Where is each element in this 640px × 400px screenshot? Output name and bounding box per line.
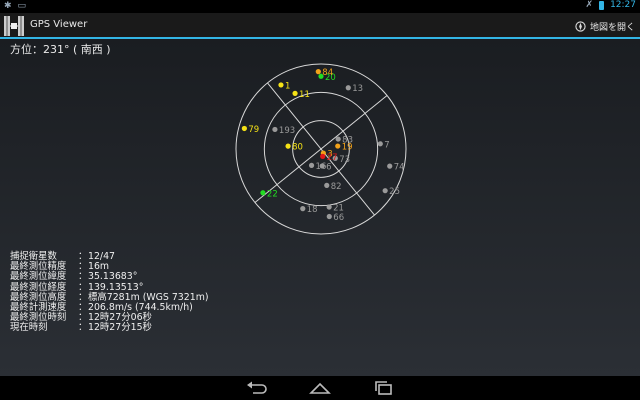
satellite-prn-label: 7 [384,140,389,150]
back-icon[interactable] [245,380,269,396]
satellite-dot [345,85,351,91]
satellite-dot [335,143,341,149]
app-title: GPS Viewer [30,19,88,30]
android-debug-icon: ✱ [4,1,12,11]
compass-icon [575,20,586,32]
satellite-markers: 2084111131937980831973774327166822225182… [241,68,405,223]
satellite-prn-label: 73 [339,155,350,165]
satellite-dot [326,204,332,210]
clock: 12:27 [610,0,636,10]
satellite-dot [308,162,315,168]
satellite-dot [272,126,278,133]
home-icon[interactable] [308,380,332,396]
satellite-marker: 7 [377,140,390,150]
gps-info-panel: 捕捉衛星数： 12/47 最終測位精度： 16m 最終測位緯度： 35.13683° 最終… [10,251,209,334]
satellite-dot [324,182,330,188]
satellite-dot [315,69,321,75]
satellite-prn-label: 18 [307,205,318,215]
info-label: 現在時刻 [10,322,48,334]
satellite-marker: 21 [326,203,344,213]
satellite-dot [382,188,388,194]
open-map-button[interactable]: 地図を開く [575,17,635,35]
satellite-marker: 18 [300,205,318,215]
satellite-dot [285,143,291,149]
satellite-marker: 82 [324,182,342,192]
satellite-marker: 80 [285,143,303,153]
satellite-prn-label: 21 [333,203,344,213]
satellite-dot [387,163,393,169]
info-separator: ： [78,322,88,334]
satellite-dot [320,153,326,159]
sky-plot-rings [235,63,407,235]
satellite-marker: 1 [278,81,290,91]
open-map-label: 地図を開く [589,22,635,33]
satellite-prn-label: 74 [394,163,405,173]
satellite-prn-label: 80 [292,143,303,153]
main-content: 方位：231° ( 南西 ) 20 84 1 11 13 193 79 80 83 19 73 7 74… [0,39,640,376]
satellite-prn-label: 84 [322,68,333,78]
sky-plot: 2084111131937980831973774327166822225182… [235,63,407,235]
satellite-dot [292,90,298,96]
info-row: 現在時刻 ： 12時27分15秒 [10,323,209,333]
recent-apps-icon[interactable] [372,380,396,396]
action-bar: GPS Viewer 地図を開く [0,13,640,39]
satellite-prn-label: 25 [389,187,400,197]
satellite-prn-label: 66 [333,213,344,223]
satellite-app-icon[interactable] [4,16,24,36]
image-notification-icon: ▭ [17,1,27,11]
satellite-marker: 13 [345,84,363,94]
satellite-dot [335,136,341,142]
satellite-marker: 19 [335,143,353,153]
battery-icon [599,0,605,10]
bluetooth-off-icon: ✗ [585,0,594,10]
satellite-prn-label: 27 [327,153,338,163]
satellite-dot [319,163,325,169]
satellite-dot [377,141,383,147]
satellite-dot [300,206,306,212]
direction-line-1 [254,95,388,203]
satellite-dot [260,190,266,196]
satellite-prn-label: 11 [299,90,310,100]
satellite-prn-label: 6 [326,162,331,172]
status-bar: ✱ ▭ ✗ 12:27 [0,0,640,13]
satellite-marker: 193 [272,126,295,136]
satellite-prn-label: 22 [267,189,278,199]
satellite-prn-label: 193 [279,126,295,136]
satellite-prn-label: 13 [352,84,363,94]
satellite-marker: 74 [387,163,405,173]
satellite-dot [326,213,332,220]
info-value: 12時27分15秒 [88,322,152,334]
satellite-marker: 79 [241,125,259,135]
satellite-marker: 84 [315,68,333,78]
satellite-prn-label: 1 [285,81,290,91]
satellite-dot [241,125,247,132]
satellite-dot [278,82,284,88]
navigation-bar [0,376,640,400]
satellite-marker: 66 [326,213,344,223]
satellite-marker: 25 [382,187,400,197]
satellite-marker: 22 [260,189,278,199]
satellite-prn-label: 19 [342,143,353,153]
satellite-prn-label: 79 [248,125,259,135]
satellite-prn-label: 82 [331,182,342,192]
